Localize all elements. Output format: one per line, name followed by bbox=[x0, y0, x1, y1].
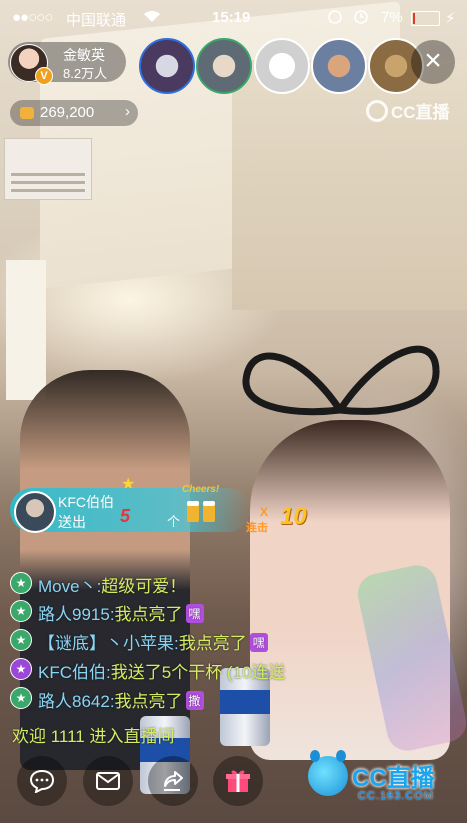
share-button[interactable] bbox=[148, 756, 198, 806]
bunny-ears-effect bbox=[242, 345, 440, 416]
cc-watermark: CC直播 bbox=[366, 98, 450, 123]
live-stream-screen: ●●○○○ 中国联通 15:19 7% ⚡ V 金敏英 8.2万人 × 269,… bbox=[0, 0, 467, 823]
chat-username: 【谜底】丶小苹果: bbox=[38, 634, 179, 653]
signal-icon: ●●○○○ bbox=[12, 9, 53, 26]
gift-sender-name: KFC伯伯 bbox=[58, 494, 114, 510]
message-button[interactable] bbox=[83, 756, 133, 806]
chat-button[interactable] bbox=[17, 756, 67, 806]
like-tag: 嘿 bbox=[249, 633, 268, 652]
welcome-message: 欢迎 1111 进入直播间 bbox=[12, 727, 175, 746]
combo-multiplier: X bbox=[260, 505, 269, 519]
chat-bubble-icon bbox=[29, 769, 55, 794]
chat-text: 我点亮了 bbox=[178, 634, 247, 653]
chat-username: KFC伯伯: bbox=[38, 663, 111, 682]
user-level-badge bbox=[10, 687, 32, 709]
gift-caption: Cheers! bbox=[182, 484, 220, 495]
coin-icon bbox=[20, 107, 34, 119]
status-bar: ●●○○○ 中国联通 15:19 7% ⚡ bbox=[0, 0, 467, 34]
chevron-right-icon: › bbox=[125, 103, 130, 120]
like-tag: 嘿 bbox=[185, 604, 204, 623]
gift-button[interactable] bbox=[213, 756, 263, 806]
alarm-icon bbox=[327, 9, 371, 29]
user-level-badge bbox=[10, 572, 32, 594]
viewer-avatar[interactable] bbox=[196, 38, 252, 94]
video-air-conditioner bbox=[4, 138, 92, 200]
carrier-name: 中国联通 bbox=[66, 12, 127, 29]
user-level-badge bbox=[10, 600, 32, 622]
combo-number: 10 bbox=[280, 503, 307, 530]
viewer-avatar[interactable] bbox=[139, 38, 195, 94]
coin-value: 269,200 bbox=[40, 104, 95, 121]
video-window bbox=[6, 260, 46, 400]
gift-action: 送出 bbox=[58, 514, 86, 530]
cc-watermark-text: CC直播 bbox=[391, 103, 450, 122]
share-icon bbox=[164, 771, 183, 791]
gift-sender-avatar bbox=[14, 491, 56, 533]
chat-username: 路人8642: bbox=[38, 692, 115, 711]
cc-logo-icon bbox=[366, 100, 388, 122]
battery-icon bbox=[411, 11, 440, 26]
clock: 15:19 bbox=[212, 9, 251, 26]
brand-domain: CC.163.COM bbox=[358, 790, 435, 802]
host-followers: 8.2万人 bbox=[63, 66, 108, 81]
envelope-icon bbox=[96, 772, 120, 790]
cc-mascot-icon bbox=[308, 750, 348, 796]
viewer-avatar[interactable] bbox=[311, 38, 367, 94]
charging-bolt-icon: ⚡ bbox=[445, 10, 456, 27]
user-level-badge bbox=[10, 629, 32, 651]
chat-text: 超级可爱！ bbox=[101, 577, 187, 596]
like-tag: 撒 bbox=[185, 691, 204, 710]
viewer-avatar[interactable] bbox=[254, 38, 310, 94]
battery-percent: 7% bbox=[381, 9, 403, 26]
coin-balance[interactable]: 269,200 › bbox=[10, 100, 138, 126]
beer-mugs-icon bbox=[187, 501, 215, 522]
host-name: 金敏英 bbox=[63, 47, 105, 63]
gift-count: 5 bbox=[120, 506, 131, 526]
gift-icon bbox=[226, 770, 250, 792]
combo-label: 连击 bbox=[246, 522, 268, 534]
chat-text: 我点亮了 bbox=[114, 605, 183, 624]
chat-username: 路人9915: bbox=[38, 605, 115, 624]
user-level-badge bbox=[10, 658, 32, 680]
host-profile[interactable]: V 金敏英 8.2万人 bbox=[8, 42, 126, 85]
chat-text: 我点亮了 bbox=[114, 692, 183, 711]
gift-unit: 个 bbox=[167, 514, 181, 529]
wifi-icon bbox=[143, 9, 161, 27]
close-button[interactable]: × bbox=[411, 40, 455, 84]
brand-name: CC直播 bbox=[352, 765, 435, 792]
vip-badge: V bbox=[35, 67, 53, 85]
cc-brand-logo: CC直播 CC.163.COM bbox=[300, 750, 460, 810]
chat-username: Move丶: bbox=[38, 577, 102, 596]
chat-text: 我送了5个干杯 (10连送 bbox=[110, 663, 286, 682]
